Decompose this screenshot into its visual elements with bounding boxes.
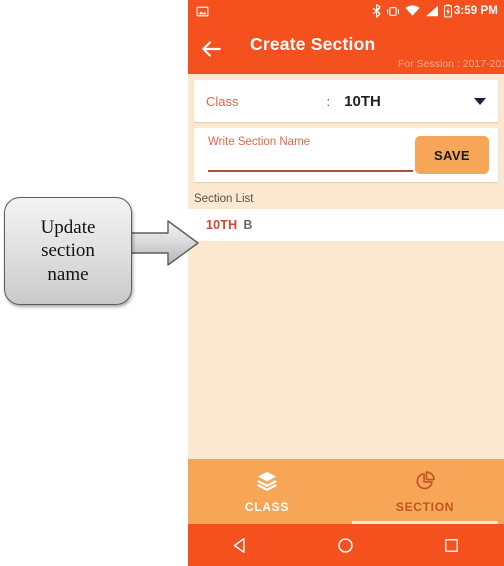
section-name-label: Write Section Name — [208, 136, 311, 148]
signal-icon — [425, 5, 438, 17]
section-list-header: Section List — [194, 193, 254, 205]
nav-home-icon — [338, 537, 354, 553]
tab-class[interactable]: CLASS — [188, 459, 346, 524]
bottom-tab-bar: CLASS SECTION — [188, 459, 504, 524]
status-bar: 3:59 PM — [188, 0, 504, 22]
back-arrow-icon — [202, 41, 221, 57]
save-button[interactable]: SAVE — [415, 136, 489, 174]
class-value: 10TH — [344, 92, 381, 110]
android-nav-bar — [188, 524, 504, 566]
tab-section[interactable]: SECTION — [346, 459, 504, 524]
chevron-down-icon[interactable] — [474, 97, 486, 105]
annotation-callout: Update section name — [4, 197, 132, 305]
pie-chart-icon — [414, 469, 436, 493]
battery-charging-icon — [443, 4, 452, 18]
class-colon: : — [326, 93, 331, 109]
page-title: Create Section — [250, 34, 376, 54]
section-name-card: Write Section Name SAVE — [194, 128, 498, 182]
status-bar-clock: 3:59 PM — [453, 5, 498, 17]
session-label: For Session : 2017-2018 — [398, 58, 504, 70]
wifi-icon — [405, 5, 420, 16]
list-item-section: B — [243, 218, 253, 232]
image-icon — [196, 6, 209, 16]
section-list: 10TH B — [188, 209, 504, 241]
tab-section-label: SECTION — [395, 500, 455, 514]
status-bar-left — [196, 5, 209, 18]
nav-back-icon — [233, 537, 245, 553]
content-area: Class : 10TH Write Section Name SAVE Sec… — [188, 74, 504, 459]
bluetooth-icon — [372, 4, 381, 18]
nav-recents-button[interactable] — [431, 524, 471, 566]
layers-icon — [256, 469, 278, 493]
back-button[interactable] — [198, 36, 224, 62]
vibrate-icon — [386, 6, 399, 16]
list-item[interactable]: 10TH B — [188, 209, 504, 241]
app-bar: Create Section For Session : 2017-2018 — [188, 22, 504, 74]
nav-back-button[interactable] — [221, 524, 261, 566]
class-select[interactable]: Class : 10TH — [194, 80, 498, 122]
class-label: Class — [206, 93, 239, 109]
tab-class-label: CLASS — [244, 500, 290, 514]
status-bar-right — [372, 4, 452, 18]
annotation-text: Update section name — [40, 217, 96, 285]
nav-recents-icon — [444, 538, 458, 552]
phone-screenshot: 3:59 PM Create Section For Session : 201… — [188, 0, 504, 566]
annotation-arrow — [122, 220, 199, 266]
list-item-class: 10TH — [206, 218, 238, 232]
nav-home-button[interactable] — [326, 524, 366, 566]
section-name-input[interactable] — [208, 152, 413, 172]
